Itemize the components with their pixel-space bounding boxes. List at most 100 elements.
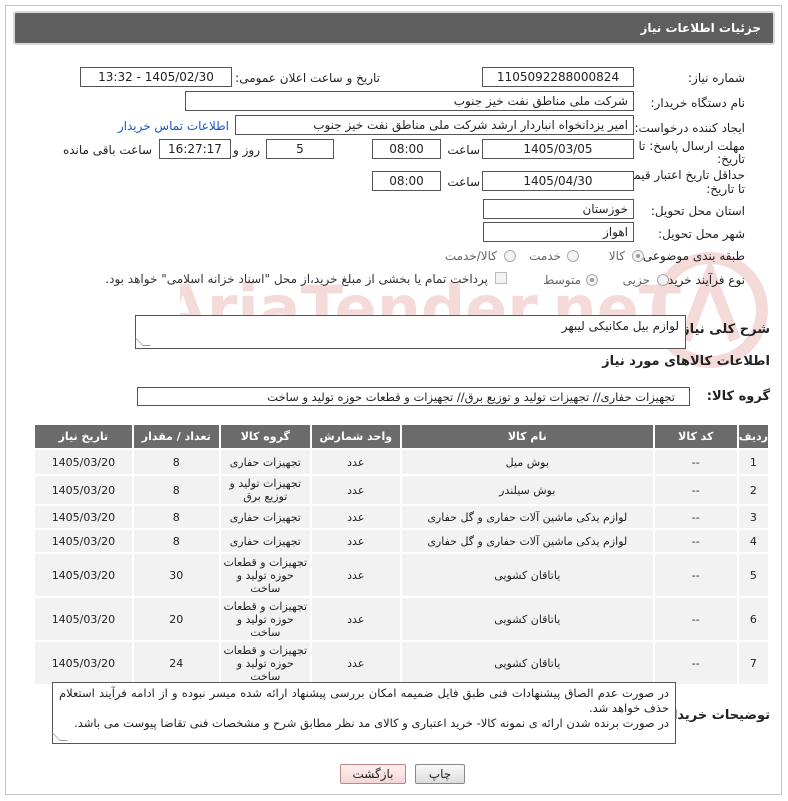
cell-item-name: لوازم یدکی ماشین آلات حفاری و گل حفاری: [399, 504, 655, 530]
reply-deadline-label: مهلت ارسال پاسخ: تا: [638, 139, 745, 153]
announce-datetime-field: 1405/02/30 - 13:32: [80, 67, 232, 87]
requester-label: ایجاد کننده درخواست:: [634, 121, 745, 135]
table-row: 7 -- یاتاقان کشویی عدد تجهیزات و قطعات ح…: [33, 640, 771, 686]
table-row: 3 -- لوازم یدکی ماشین آلات حفاری و گل حف…: [33, 504, 771, 530]
cell-goods-group: تجهیزات و قطعات حوزه تولید و ساخت: [218, 552, 312, 598]
cell-item-code: --: [652, 528, 739, 554]
need-number-label: شماره نیاز:: [688, 71, 745, 85]
cell-goods-group: تجهیزات حفاری: [218, 504, 312, 530]
buyer-notes-line-1: در صورت عدم الصاق پیشنهادات فنی طبق فایل…: [59, 686, 669, 715]
need-number-field: 1105092288000824: [482, 67, 634, 87]
cell-quantity: 8: [131, 504, 221, 530]
cell-goods-group: تجهیزات حفاری: [218, 448, 312, 476]
delivery-city-label: شهر محل تحویل:: [658, 227, 745, 241]
cell-row-number: 4: [736, 528, 771, 554]
cell-quantity: 30: [131, 552, 221, 598]
buyer-notes-field: در صورت عدم الصاق پیشنهادات فنی طبق فایل…: [52, 682, 676, 744]
print-button[interactable]: چاپ: [415, 764, 465, 784]
items-table: ردیف کد کالا نام کالا واحد شمارش گروه کا…: [33, 423, 771, 686]
goods-group-label: گروه کالا:: [706, 389, 770, 404]
cell-row-number: 3: [736, 504, 771, 530]
resize-grip-icon[interactable]: [135, 338, 151, 346]
buyer-notes-label: توضیحات خریدار:: [660, 708, 770, 723]
cell-need-date: 1405/03/20: [33, 474, 134, 506]
delivery-city-field: اهواز: [483, 222, 634, 242]
category-radio-both[interactable]: [504, 250, 516, 262]
cell-item-code: --: [652, 596, 739, 642]
price-validity-time-label: ساعت: [447, 175, 480, 189]
price-validity-label-date: تا تاریخ:: [706, 182, 745, 196]
cell-need-date: 1405/03/20: [33, 552, 134, 598]
cell-row-number: 7: [736, 640, 771, 686]
table-row: 2 -- بوش سیلندر عدد تجهیزات تولید و توزی…: [33, 474, 771, 506]
col-item-name: نام کالا: [399, 423, 655, 450]
reply-deadline-date-field: 1405/03/05: [482, 139, 634, 159]
table-row: 4 -- لوازم یدکی ماشین آلات حفاری و گل حف…: [33, 528, 771, 554]
remaining-time-field: 16:27:17: [159, 139, 231, 159]
cell-need-date: 1405/03/20: [33, 596, 134, 642]
delivery-province-field: خوزستان: [483, 199, 634, 219]
col-row-number: ردیف: [736, 423, 771, 450]
cell-item-name: یاتاقان کشویی: [399, 552, 655, 598]
cell-quantity: 20: [131, 596, 221, 642]
summary-label: شرح کلی نیاز:: [676, 322, 770, 337]
cell-item-code: --: [652, 504, 739, 530]
summary-text: لوازم بیل مکانیکی لیبهر: [561, 319, 679, 333]
page-title: جزئیات اطلاعات نیاز: [13, 11, 775, 45]
reply-days-label: روز و: [233, 143, 260, 157]
buyer-org-field: شرکت ملی مناطق نفت خیز جنوب: [185, 91, 634, 111]
buyer-org-label: نام دستگاه خریدار:: [650, 96, 746, 110]
table-row: 5 -- یاتاقان کشویی عدد تجهیزات و قطعات ح…: [33, 552, 771, 598]
cell-item-name: بوش سیلندر: [399, 474, 655, 506]
cell-item-code: --: [652, 474, 739, 506]
purchase-type-label: نوع فرآیند خرید :: [660, 273, 745, 287]
cell-goods-group: تجهیزات حفاری: [218, 528, 312, 554]
reply-deadline-label-date: تاریخ:: [717, 152, 745, 166]
cell-goods-group: تجهیزات و قطعات حوزه تولید و ساخت: [218, 640, 312, 686]
delivery-province-label: استان محل تحویل:: [650, 204, 745, 218]
cell-goods-group: تجهیزات تولید و توزیع برق: [218, 474, 312, 506]
cell-unit: عدد: [309, 552, 402, 598]
category-radio-service[interactable]: [567, 250, 579, 262]
cell-unit: عدد: [309, 474, 402, 506]
reply-deadline-time-label: ساعت: [447, 143, 480, 157]
treasury-payment-checkbox[interactable]: [495, 272, 507, 284]
category-radio-goods[interactable]: [632, 250, 644, 262]
cell-quantity: 24: [131, 640, 221, 686]
purchase-option-medium: متوسط: [543, 273, 581, 287]
back-button[interactable]: بازگشت: [340, 764, 406, 784]
col-unit: واحد شمارش: [309, 423, 402, 450]
purchase-radio-minor[interactable]: [657, 274, 669, 286]
cell-unit: عدد: [309, 504, 402, 530]
reply-deadline-time-field: 08:00: [372, 139, 441, 159]
category-label: طبقه بندی موضوعی:: [638, 249, 745, 263]
col-item-code: کد کالا: [652, 423, 739, 450]
cell-item-name: یاتاقان کشویی: [399, 596, 655, 642]
cell-unit: عدد: [309, 528, 402, 554]
buyer-contact-link[interactable]: اطلاعات تماس خریدار: [118, 119, 229, 133]
cell-goods-group: تجهیزات و قطعات حوزه تولید و ساخت: [218, 596, 312, 642]
category-option-service: خدمت: [529, 249, 561, 263]
resize-grip-icon[interactable]: [52, 733, 68, 741]
cell-row-number: 2: [736, 474, 771, 506]
cell-quantity: 8: [131, 528, 221, 554]
goods-group-field: تجهیزات حفاری// تجهیزات تولید و توزیع بر…: [137, 387, 690, 406]
treasury-payment-note: پرداخت تمام یا بخشی از مبلغ خرید،از محل …: [105, 272, 488, 286]
buyer-notes-line-2: در صورت برنده شدن ارائه ی نمونه کالا- خر…: [74, 716, 669, 730]
announce-datetime-label: تاریخ و ساعت اعلان عمومی:: [235, 71, 380, 85]
cell-item-code: --: [652, 640, 739, 686]
price-validity-time-field: 08:00: [372, 171, 441, 191]
cell-need-date: 1405/03/20: [33, 528, 134, 554]
cell-quantity: 8: [131, 448, 221, 476]
cell-need-date: 1405/03/20: [33, 640, 134, 686]
cell-item-name: یاتاقان کشویی: [399, 640, 655, 686]
col-goods-group: گروه کالا: [218, 423, 312, 450]
purchase-radio-medium[interactable]: [586, 274, 598, 286]
cell-item-name: لوازم یدکی ماشین آلات حفاری و گل حفاری: [399, 528, 655, 554]
items-section-title: اطلاعات کالاهای مورد نیاز: [602, 354, 770, 369]
purchase-option-minor: جزیی: [622, 273, 650, 287]
cell-item-code: --: [652, 552, 739, 598]
col-quantity: تعداد / مقدار: [131, 423, 221, 450]
category-option-both: کالا/خدمت: [444, 249, 497, 263]
remaining-time-label: ساعت باقی مانده: [62, 143, 152, 157]
